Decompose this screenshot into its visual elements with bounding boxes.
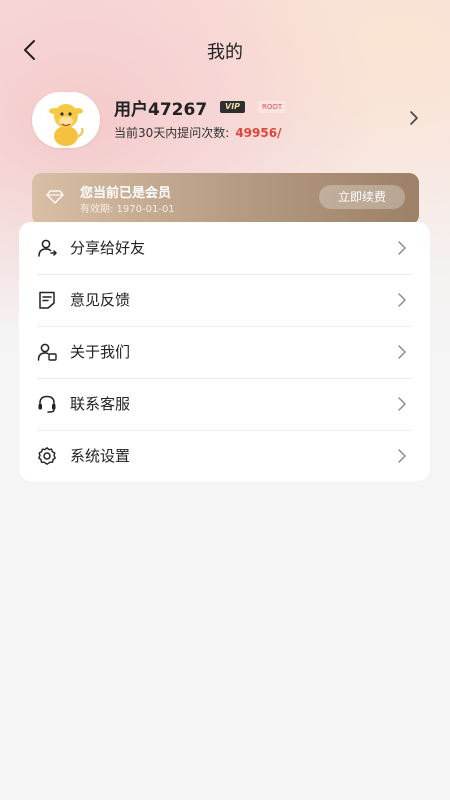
vip-badge: VIP xyxy=(220,101,246,113)
headset-icon xyxy=(38,395,56,413)
menu-item-label: 分享给好友 xyxy=(70,239,146,257)
page-title: 我的 xyxy=(207,42,243,63)
gear-icon xyxy=(38,447,56,465)
root-badge: ROOT xyxy=(258,101,287,113)
calf-mascot-icon xyxy=(49,99,84,146)
chevron-right-icon xyxy=(398,449,406,463)
question-count-label: 当前30天内提问次数: xyxy=(114,126,230,140)
chevron-right-icon xyxy=(398,293,406,307)
menu-item-label: 意见反馈 xyxy=(70,291,131,309)
menu-item-about[interactable]: 关于我们 xyxy=(19,326,430,378)
profile-section[interactable]: 用户47267 VIP ROOT 当前30天内提问次数: 49956/ xyxy=(32,92,422,148)
profile-arrow-button[interactable] xyxy=(406,110,422,126)
menu-item-label: 联系客服 xyxy=(70,395,131,413)
menu-item-feedback[interactable]: 意见反馈 xyxy=(19,274,430,326)
membership-title: 您当前已是会员 xyxy=(80,186,172,201)
menu-item-settings[interactable]: 系统设置 xyxy=(19,430,430,482)
menu-item-customer-service[interactable]: 联系客服 xyxy=(19,378,430,430)
renew-button[interactable]: 立即续费 xyxy=(319,185,405,209)
chevron-right-icon xyxy=(398,397,406,411)
question-count-value: 49956/ xyxy=(235,126,282,140)
chevron-right-icon xyxy=(398,241,406,255)
diamond-icon xyxy=(46,190,64,204)
about-user-icon xyxy=(37,343,57,361)
question-count: 当前30天内提问次数: 49956/ xyxy=(114,124,281,141)
chevron-right-icon xyxy=(398,345,406,359)
membership-card: 您当前已是会员 有效期: 1970-01-01 立即续费 xyxy=(32,173,419,225)
top-bar: 我的 xyxy=(0,28,450,72)
share-user-icon xyxy=(38,239,57,257)
avatar[interactable] xyxy=(32,92,100,148)
menu-item-label: 系统设置 xyxy=(70,447,131,465)
chevron-right-icon xyxy=(410,111,418,125)
menu-item-label: 关于我们 xyxy=(70,343,131,361)
menu-list: 分享给好友 意见反馈 关于我们 联系客服 系统设置 xyxy=(19,222,430,481)
feedback-icon xyxy=(39,291,55,309)
membership-validity: 有效期: 1970-01-01 xyxy=(80,204,175,215)
username: 用户47267 xyxy=(114,100,208,120)
menu-item-share[interactable]: 分享给好友 xyxy=(19,222,430,274)
